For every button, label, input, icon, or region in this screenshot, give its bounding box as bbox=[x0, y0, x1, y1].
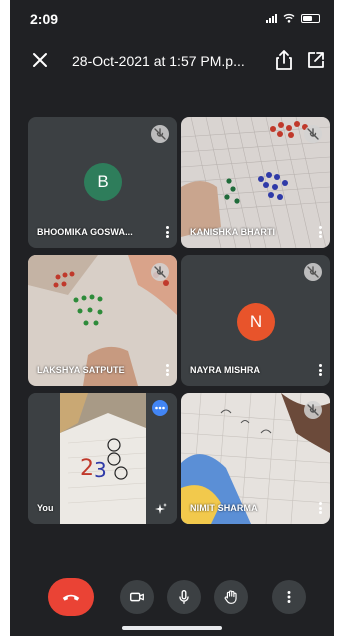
participant-tile[interactable]: KANISHKA BHARTI bbox=[181, 117, 330, 248]
participant-tile[interactable]: LAKSHYA SATPUTE bbox=[28, 255, 177, 386]
participant-name: NIMIT SHARMA bbox=[190, 503, 258, 513]
participant-name: KANISHKA BHARTI bbox=[190, 227, 276, 237]
participant-tile[interactable]: B BHOOMIKA GOSWA... bbox=[28, 117, 177, 248]
mic-off-icon bbox=[151, 125, 169, 143]
participant-name: You bbox=[37, 503, 54, 513]
microphone-icon bbox=[179, 590, 189, 604]
avatar-initial: B bbox=[97, 172, 109, 191]
recording-title: 28-Oct-2021 at 1:57 PM.p... bbox=[72, 53, 245, 69]
raise-hand-button[interactable] bbox=[214, 580, 248, 614]
share-icon[interactable] bbox=[274, 49, 294, 71]
participant-name: NAYRA MISHRA bbox=[190, 365, 261, 375]
open-external-icon[interactable] bbox=[306, 50, 326, 70]
more-options-button[interactable] bbox=[272, 580, 306, 614]
svg-text:2: 2 bbox=[80, 456, 94, 481]
home-indicator[interactable] bbox=[122, 626, 222, 630]
end-call-icon bbox=[62, 594, 80, 601]
avatar: B bbox=[84, 163, 122, 201]
signal-icon bbox=[266, 13, 277, 23]
more-vert-icon[interactable] bbox=[166, 364, 170, 376]
wifi-icon bbox=[283, 13, 295, 23]
meet-call-screen: 2:09 28-Oct-2021 at 1:57 PM.p... B BHOOM… bbox=[10, 0, 334, 636]
speaking-indicator-icon bbox=[152, 400, 168, 416]
participant-tile[interactable]: NIMIT SHARMA bbox=[181, 393, 330, 524]
mic-off-icon bbox=[304, 401, 322, 419]
camera-button[interactable] bbox=[120, 580, 154, 614]
mic-off-icon bbox=[304, 263, 322, 281]
more-vert-icon[interactable] bbox=[166, 226, 170, 238]
status-bar: 2:09 bbox=[10, 0, 334, 40]
svg-text:3: 3 bbox=[94, 458, 107, 482]
close-icon[interactable] bbox=[30, 50, 50, 70]
mic-off-icon bbox=[304, 125, 322, 143]
effects-sparkle-icon[interactable] bbox=[154, 502, 168, 516]
more-vert-icon[interactable] bbox=[319, 502, 323, 514]
avatar-initial: N bbox=[249, 312, 263, 331]
top-bar: 28-Oct-2021 at 1:57 PM.p... bbox=[10, 40, 334, 84]
mic-off-icon bbox=[151, 263, 169, 281]
more-vert-icon[interactable] bbox=[319, 364, 323, 376]
participant-name: BHOOMIKA GOSWA... bbox=[37, 227, 133, 237]
participant-name: LAKSHYA SATPUTE bbox=[37, 365, 125, 375]
more-options-icon bbox=[287, 591, 291, 603]
microphone-button[interactable] bbox=[167, 580, 201, 614]
status-time: 2:09 bbox=[30, 11, 59, 27]
raise-hand-icon bbox=[224, 590, 237, 604]
avatar: N bbox=[237, 303, 275, 341]
camera-icon bbox=[129, 592, 144, 602]
call-controls bbox=[10, 578, 334, 618]
end-call-button[interactable] bbox=[48, 578, 94, 616]
more-vert-icon[interactable] bbox=[319, 226, 323, 238]
battery-icon bbox=[301, 13, 320, 23]
status-icons bbox=[266, 13, 320, 23]
participant-tile[interactable]: N NAYRA MISHRA bbox=[181, 255, 330, 386]
self-tile[interactable]: 2 3 You bbox=[28, 393, 177, 524]
